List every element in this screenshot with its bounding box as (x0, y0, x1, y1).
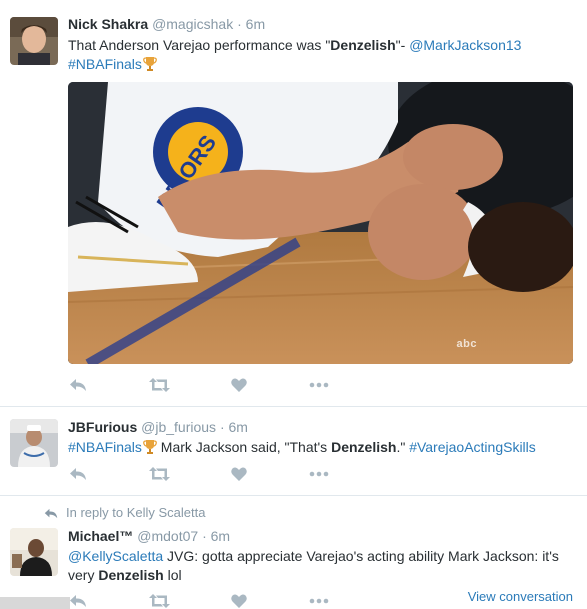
trophy-emoji (143, 439, 157, 455)
more-button[interactable] (308, 464, 330, 484)
retweet-button[interactable] (148, 375, 170, 395)
tweet-text-part: Mark Jackson said, "That's (156, 439, 332, 455)
tweet-text: @KellyScaletta JVG: gotta appreciate Var… (68, 547, 579, 585)
timestamp[interactable]: 6m (229, 419, 248, 435)
hashtag-link[interactable]: #NBAFinals (68, 439, 142, 455)
tweet-2[interactable]: JBFurious @jb_furious · 6m #NBAFinals Ma… (0, 407, 587, 496)
reply-context-label: In reply to Kelly Scaletta (66, 505, 206, 520)
avatar[interactable] (10, 528, 58, 576)
view-conversation-link[interactable]: View conversation (468, 589, 573, 604)
horizontal-scrollbar[interactable] (0, 597, 70, 609)
reply-icon (44, 508, 58, 519)
hashtag-link[interactable]: #VarejaoActingSkills (409, 439, 536, 455)
avatar[interactable] (10, 17, 58, 65)
heart-icon (231, 594, 247, 608)
heart-icon (231, 467, 247, 481)
author-username[interactable]: @magicshak (152, 16, 233, 32)
tweet-text: That Anderson Varejao performance was "D… (68, 36, 579, 74)
reply-button[interactable] (68, 464, 88, 484)
author-username[interactable]: @mdot07 (137, 528, 198, 544)
heart-icon (231, 378, 247, 392)
tweet-text-part: "- (395, 37, 410, 53)
tweet-actions (68, 464, 368, 484)
more-icon (309, 598, 329, 604)
tweet-text: #NBAFinals Mark Jackson said, "That's De… (68, 438, 579, 457)
tweet-actions (68, 591, 368, 609)
more-button[interactable] (308, 375, 330, 395)
tweet-text-part: ." (396, 439, 410, 455)
reply-context[interactable]: In reply to Kelly Scaletta (44, 505, 205, 520)
author-name[interactable]: Nick Shakra (68, 16, 148, 32)
tweet-1[interactable]: Nick Shakra @magicshak · 6m That Anderso… (0, 0, 587, 407)
tweet-text-part: That Anderson Varejao performance was " (68, 37, 331, 53)
hashtag-link[interactable]: #NBAFinals (68, 56, 142, 72)
author-name[interactable]: JBFurious (68, 419, 137, 435)
reply-button[interactable] (68, 591, 88, 609)
bold-term: Denzelish (98, 567, 164, 583)
more-icon (309, 382, 329, 388)
reply-icon (70, 379, 86, 391)
reply-icon (70, 595, 86, 607)
retweet-icon (148, 467, 170, 481)
author-username[interactable]: @jb_furious (141, 419, 216, 435)
retweet-icon (148, 378, 170, 392)
bold-term: Denzelish (330, 37, 396, 53)
like-button[interactable] (230, 464, 248, 484)
bold-term: Denzelish (331, 439, 397, 455)
separator: · (237, 16, 242, 32)
tweet-photo[interactable]: RRIORS abc (68, 82, 573, 364)
tweet-text-part: lol (163, 567, 182, 583)
separator: · (202, 528, 207, 544)
more-button[interactable] (308, 591, 330, 609)
retweet-icon (148, 594, 170, 608)
reply-icon (70, 468, 86, 480)
mention-link[interactable]: @MarkJackson13 (409, 37, 521, 53)
timestamp[interactable]: 6m (246, 16, 265, 32)
like-button[interactable] (230, 375, 248, 395)
network-watermark: abc (456, 338, 477, 350)
mention-link[interactable]: @KellyScaletta (68, 548, 163, 564)
retweet-button[interactable] (148, 464, 170, 484)
trophy-emoji (143, 56, 157, 72)
like-button[interactable] (230, 591, 248, 609)
separator: · (219, 419, 225, 435)
reply-button[interactable] (68, 375, 88, 395)
retweet-button[interactable] (148, 591, 170, 609)
avatar[interactable] (10, 419, 58, 467)
timestamp[interactable]: 6m (211, 528, 230, 544)
tweet-actions (68, 375, 368, 395)
author-name[interactable]: Michael™ (68, 528, 133, 544)
more-icon (309, 471, 329, 477)
